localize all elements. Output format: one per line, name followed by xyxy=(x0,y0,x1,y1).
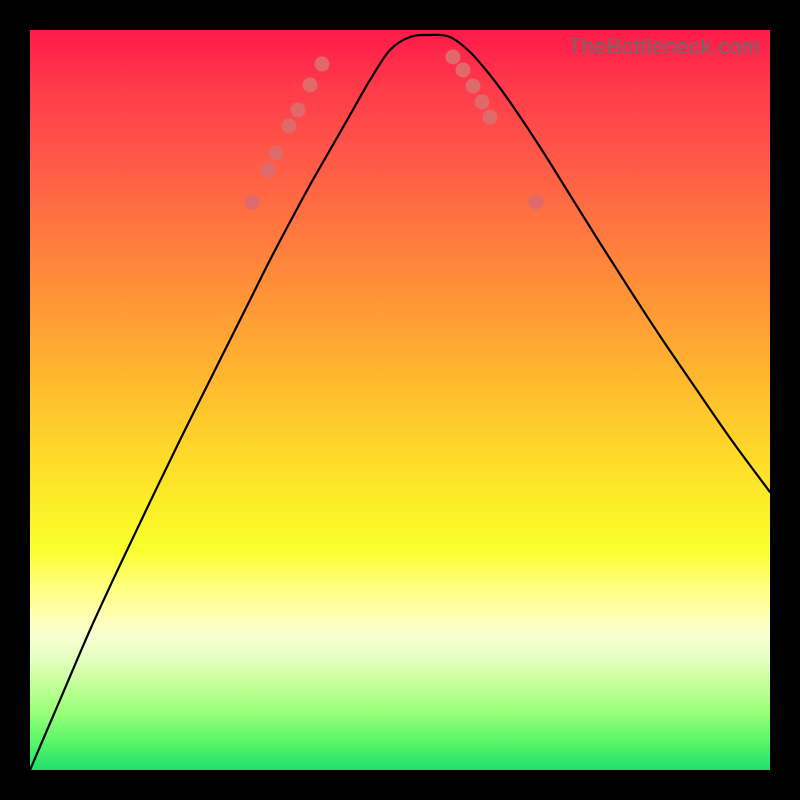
curve-marker-dot xyxy=(303,78,318,93)
curve-marker-dot xyxy=(282,119,297,134)
curve-marker-dot xyxy=(483,110,498,125)
curve-marker-dot xyxy=(269,146,284,161)
chart-markers xyxy=(245,38,544,210)
curve-marker-pill xyxy=(508,149,530,190)
bottleneck-curve xyxy=(30,35,770,770)
chart-svg xyxy=(30,30,770,770)
curve-marker-dot xyxy=(529,195,544,210)
curve-marker-dot xyxy=(446,50,461,65)
curve-marker-dot xyxy=(291,103,306,118)
curve-marker-pill xyxy=(348,38,428,42)
plot-area: TheBottleneck.com xyxy=(30,30,770,770)
curve-marker-dot xyxy=(315,57,330,72)
curve-marker-dot xyxy=(466,79,481,94)
curve-marker-dot xyxy=(456,63,471,78)
curve-marker-dot xyxy=(475,95,490,110)
curve-marker-dot xyxy=(245,195,260,210)
chart-frame: TheBottleneck.com xyxy=(0,0,800,800)
curve-marker-dot xyxy=(261,163,276,178)
